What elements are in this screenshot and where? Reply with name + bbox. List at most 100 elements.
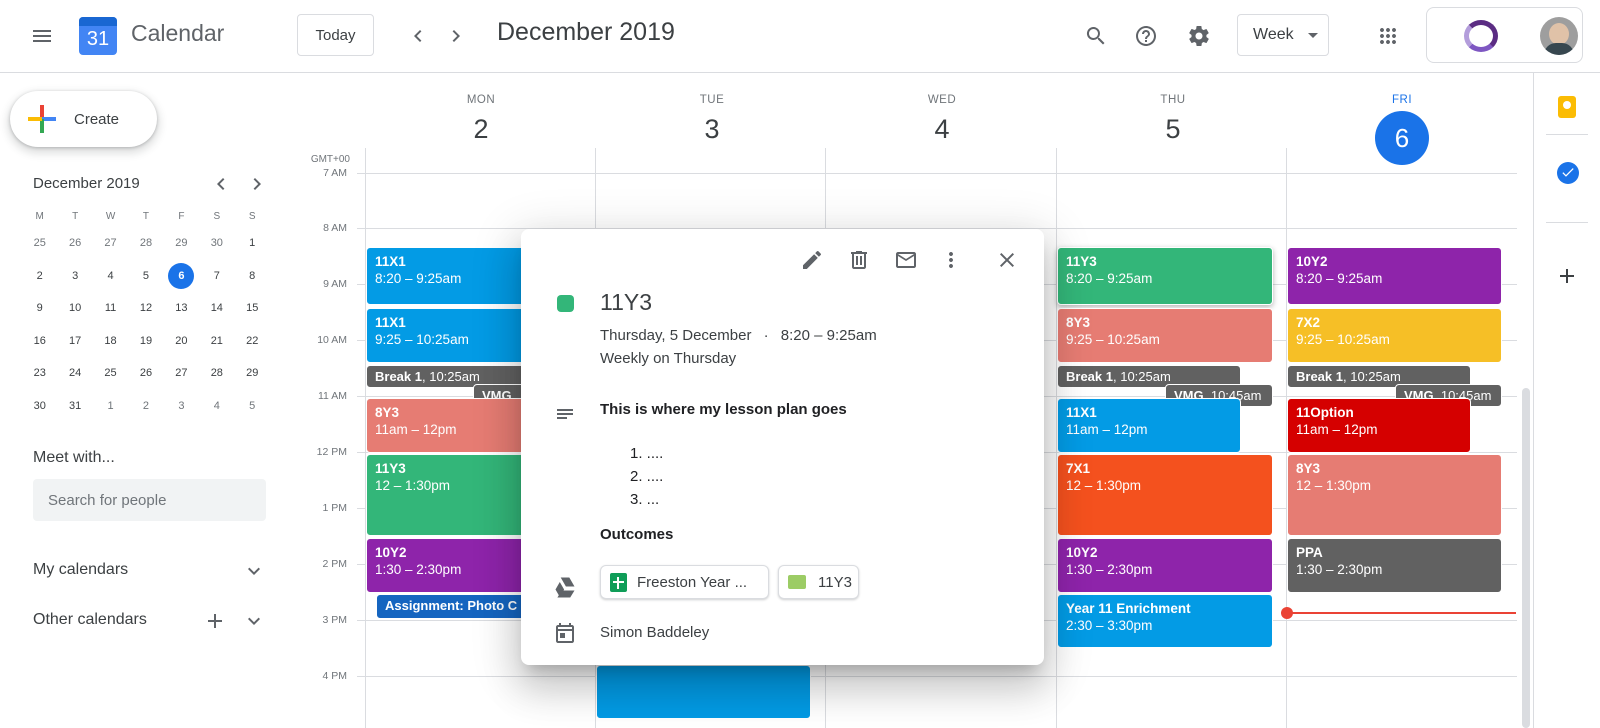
mini-day[interactable]: 24 [57, 367, 92, 379]
mini-week-row: 9 10 11 12 13 14 15 [22, 292, 270, 325]
mini-day[interactable]: 5 [235, 400, 270, 412]
mini-day[interactable]: 5 [128, 270, 163, 282]
event-card[interactable]: Assignment: Photo C [376, 594, 541, 619]
event-card-selected[interactable]: 11Y3 8:20 – 9:25am [1057, 247, 1273, 305]
event-card[interactable]: 7X1 12 – 1:30pm [1057, 454, 1273, 536]
mini-day[interactable]: 11 [93, 302, 128, 314]
mini-day[interactable]: 25 [93, 367, 128, 379]
previous-week-icon[interactable] [404, 22, 432, 50]
mini-next-month-icon[interactable] [245, 172, 269, 196]
mini-day[interactable]: 26 [128, 367, 163, 379]
day-number-wed[interactable]: 4 [892, 114, 992, 145]
other-calendars-title[interactable]: Other calendars [33, 611, 147, 629]
mini-day[interactable]: 18 [93, 335, 128, 347]
mini-day[interactable]: 2 [128, 400, 163, 412]
mini-day[interactable]: 13 [164, 302, 199, 314]
event-card[interactable]: 11Y3 12 – 1:30pm [366, 454, 541, 536]
mini-day[interactable]: 16 [22, 335, 57, 347]
mini-day[interactable]: 4 [93, 270, 128, 282]
mini-day[interactable]: 30 [199, 237, 234, 249]
mini-day[interactable]: 30 [22, 400, 57, 412]
event-card[interactable]: 11X1 11am – 12pm [1057, 398, 1241, 453]
email-envelope-icon[interactable] [894, 248, 918, 272]
event-card[interactable]: 10Y2 1:30 – 2:30pm [366, 538, 541, 593]
mini-day[interactable]: 10 [57, 302, 92, 314]
mini-day[interactable]: 8 [235, 270, 270, 282]
day-number-tue[interactable]: 3 [662, 114, 762, 145]
mini-prev-month-icon[interactable] [209, 172, 233, 196]
mini-day[interactable]: 23 [22, 367, 57, 379]
mini-day[interactable]: 29 [235, 367, 270, 379]
main-menu-icon[interactable] [26, 22, 58, 50]
mini-day[interactable]: 26 [57, 237, 92, 249]
day-number-today[interactable]: 6 [1375, 111, 1429, 165]
close-icon[interactable] [995, 248, 1019, 272]
edit-pencil-icon[interactable] [800, 248, 824, 272]
event-card[interactable]: 8Y3 11am – 12pm [366, 398, 541, 453]
more-options-icon[interactable] [939, 248, 963, 272]
mini-day[interactable]: 1 [235, 237, 270, 249]
mini-day[interactable]: 22 [235, 335, 270, 347]
view-selector[interactable]: Week [1237, 14, 1329, 56]
event-card[interactable]: 8Y3 12 – 1:30pm [1287, 454, 1502, 536]
create-button[interactable]: Create [10, 91, 157, 147]
attachment-chip[interactable]: Freeston Year ... [600, 565, 769, 599]
day-number-mon[interactable]: 2 [431, 114, 531, 145]
mini-day[interactable]: 27 [93, 237, 128, 249]
search-icon[interactable] [1082, 22, 1110, 50]
my-calendars-title[interactable]: My calendars [33, 561, 128, 579]
mini-day[interactable]: 15 [235, 302, 270, 314]
account-area[interactable] [1426, 7, 1583, 63]
mini-day[interactable]: 4 [199, 400, 234, 412]
search-people-input[interactable]: Search for people [33, 479, 266, 521]
event-card[interactable] [596, 665, 811, 719]
app-title: Calendar [131, 20, 225, 46]
mini-day[interactable]: 21 [199, 335, 234, 347]
mini-day[interactable]: 28 [128, 237, 163, 249]
chevron-down-icon[interactable] [242, 609, 266, 633]
organization-logo-icon [1464, 20, 1498, 52]
add-calendar-plus-icon[interactable] [203, 609, 227, 633]
mini-day[interactable]: 3 [57, 270, 92, 282]
next-week-icon[interactable] [442, 22, 470, 50]
help-icon[interactable] [1132, 22, 1160, 50]
chevron-down-icon[interactable] [242, 559, 266, 583]
mini-day[interactable]: 25 [22, 237, 57, 249]
mini-day[interactable]: 12 [128, 302, 163, 314]
avatar[interactable] [1540, 17, 1578, 55]
mini-day[interactable]: 1 [93, 400, 128, 412]
grid-scrollbar[interactable] [1522, 388, 1530, 728]
tasks-icon[interactable] [1557, 162, 1579, 184]
event-card[interactable]: 11X1 8:20 – 9:25am [366, 247, 541, 305]
add-addon-plus-icon[interactable] [1554, 263, 1580, 289]
attachment-chip[interactable]: 11Y3 [778, 565, 859, 599]
event-card[interactable]: 8Y3 9:25 – 10:25am [1057, 308, 1273, 363]
event-card[interactable]: 11X1 9:25 – 10:25am [366, 308, 541, 363]
day-number-thu[interactable]: 5 [1123, 114, 1223, 145]
delete-trash-icon[interactable] [847, 248, 871, 272]
mini-day[interactable]: 19 [128, 335, 163, 347]
keep-icon[interactable] [1558, 96, 1576, 118]
mini-day[interactable]: 7 [199, 270, 234, 282]
mini-day[interactable]: 20 [164, 335, 199, 347]
mini-day[interactable]: 3 [164, 400, 199, 412]
event-card[interactable]: 7X2 9:25 – 10:25am [1287, 308, 1502, 363]
mini-day[interactable]: 2 [22, 270, 57, 282]
mini-day[interactable]: 9 [22, 302, 57, 314]
today-button[interactable]: Today [297, 14, 374, 56]
mini-day[interactable]: 28 [199, 367, 234, 379]
event-card[interactable]: Year 11 Enrichment 2:30 – 3:30pm [1057, 594, 1273, 648]
mini-day[interactable]: 17 [57, 335, 92, 347]
mini-day[interactable]: 29 [164, 237, 199, 249]
calendar-logo-icon[interactable]: 31 [79, 17, 117, 55]
settings-gear-icon[interactable] [1185, 22, 1213, 50]
event-card[interactable]: 10Y2 1:30 – 2:30pm [1057, 538, 1273, 593]
mini-day[interactable]: 27 [164, 367, 199, 379]
event-card[interactable]: 10Y2 8:20 – 9:25am [1287, 247, 1502, 305]
event-card[interactable]: 11Option 11am – 12pm [1287, 398, 1471, 453]
mini-day[interactable]: 31 [57, 400, 92, 412]
mini-day[interactable]: 14 [199, 302, 234, 314]
apps-grid-icon[interactable] [1374, 22, 1402, 50]
event-card[interactable]: PPA 1:30 – 2:30pm [1287, 538, 1502, 593]
mini-day-selected[interactable]: 6 [164, 262, 199, 289]
